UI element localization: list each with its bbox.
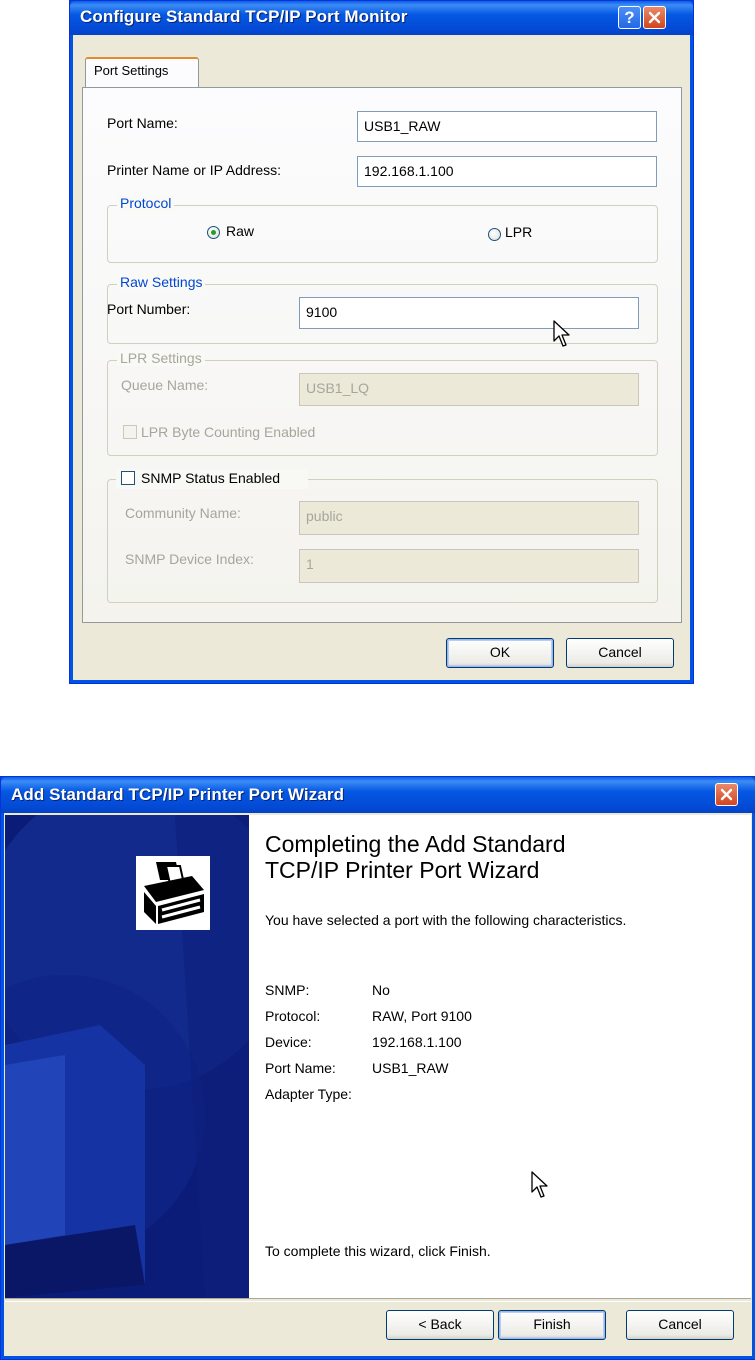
printer-icon (136, 856, 210, 930)
device-index-label: SNMP Device Index: (125, 551, 254, 567)
cancel-button[interactable]: Cancel (626, 1310, 734, 1340)
lpr-byte-counting-checkbox (123, 425, 137, 439)
configure-port-dialog: Configure Standard TCP/IP Port Monitor ?… (69, 0, 694, 684)
printer-address-field[interactable]: 192.168.1.100 (357, 156, 657, 187)
community-name-label: Community Name: (125, 505, 241, 521)
wizard-heading-line1: Completing the Add Standard (265, 831, 566, 857)
detail-label: Port Name: (265, 1060, 336, 1076)
port-name-label: Port Name: (107, 115, 178, 131)
detail-value: RAW, Port 9100 (372, 1008, 472, 1024)
wizard-heading-line2: TCP/IP Printer Port Wizard (265, 857, 540, 883)
raw-settings-title: Raw Settings (117, 274, 206, 290)
close-icon[interactable] (715, 783, 738, 806)
raw-radio[interactable] (207, 226, 220, 239)
wizard-intro: You have selected a port with the follow… (265, 912, 627, 928)
wizard-side-banner (5, 815, 249, 1298)
snmp-group (107, 479, 658, 603)
add-port-wizard-dialog: Add Standard TCP/IP Printer Port Wizard (0, 776, 755, 1360)
detail-label: SNMP: (265, 982, 310, 998)
lpr-radio-label[interactable]: LPR (505, 224, 532, 240)
wizard-title: Add Standard TCP/IP Printer Port Wizard (11, 785, 345, 804)
detail-value: USB1_RAW (372, 1060, 449, 1076)
lpr-radio[interactable] (488, 228, 501, 241)
lpr-settings-title: LPR Settings (117, 350, 205, 366)
finish-button[interactable]: Finish (498, 1310, 606, 1340)
raw-radio-label[interactable]: Raw (226, 223, 254, 239)
cancel-button[interactable]: Cancel (566, 638, 674, 668)
snmp-enabled-checkbox[interactable] (121, 471, 135, 485)
device-index-field: 1 (299, 549, 639, 583)
protocol-group-title: Protocol (117, 195, 175, 211)
banner-art (5, 815, 249, 1298)
lpr-byte-counting-label: LPR Byte Counting Enabled (141, 424, 316, 440)
wizard-content: Completing the Add Standard TCP/IP Print… (249, 815, 751, 1298)
tab-port-settings[interactable]: Port Settings (85, 57, 199, 88)
queue-name-field: USB1_LQ (299, 373, 639, 406)
title-bar[interactable]: Configure Standard TCP/IP Port Monitor ? (70, 1, 693, 35)
back-button[interactable]: < Back (386, 1310, 494, 1340)
protocol-group (107, 205, 658, 263)
port-number-field[interactable]: 9100 (299, 297, 639, 329)
port-settings-page: Port Name: USB1_RAW Printer Name or IP A… (82, 87, 682, 623)
tab-label: Port Settings (94, 63, 169, 78)
port-number-label: Port Number: (107, 301, 191, 317)
wizard-finish-hint: To complete this wizard, click Finish. (265, 1243, 491, 1259)
detail-label: Protocol: (265, 1008, 321, 1024)
detail-value: 192.168.1.100 (372, 1034, 462, 1050)
mouse-cursor-icon (553, 320, 570, 347)
detail-label: Adapter Type: (265, 1086, 352, 1102)
mouse-cursor-icon (531, 1171, 548, 1198)
snmp-enabled-label[interactable]: SNMP Status Enabled (141, 470, 280, 486)
close-icon[interactable] (643, 6, 666, 29)
detail-value: No (372, 982, 390, 998)
footer-divider (5, 1298, 751, 1302)
help-icon[interactable]: ? (618, 6, 641, 29)
detail-label: Device: (265, 1034, 312, 1050)
port-name-field[interactable]: USB1_RAW (357, 111, 657, 142)
title-bar[interactable]: Add Standard TCP/IP Printer Port Wizard (1, 777, 755, 813)
ok-button[interactable]: OK (446, 638, 554, 668)
queue-name-label: Queue Name: (121, 377, 209, 393)
printer-address-label: Printer Name or IP Address: (107, 162, 282, 178)
community-name-field: public (299, 501, 639, 535)
dialog-title: Configure Standard TCP/IP Port Monitor (80, 7, 408, 26)
radio-selected-dot (211, 230, 216, 235)
